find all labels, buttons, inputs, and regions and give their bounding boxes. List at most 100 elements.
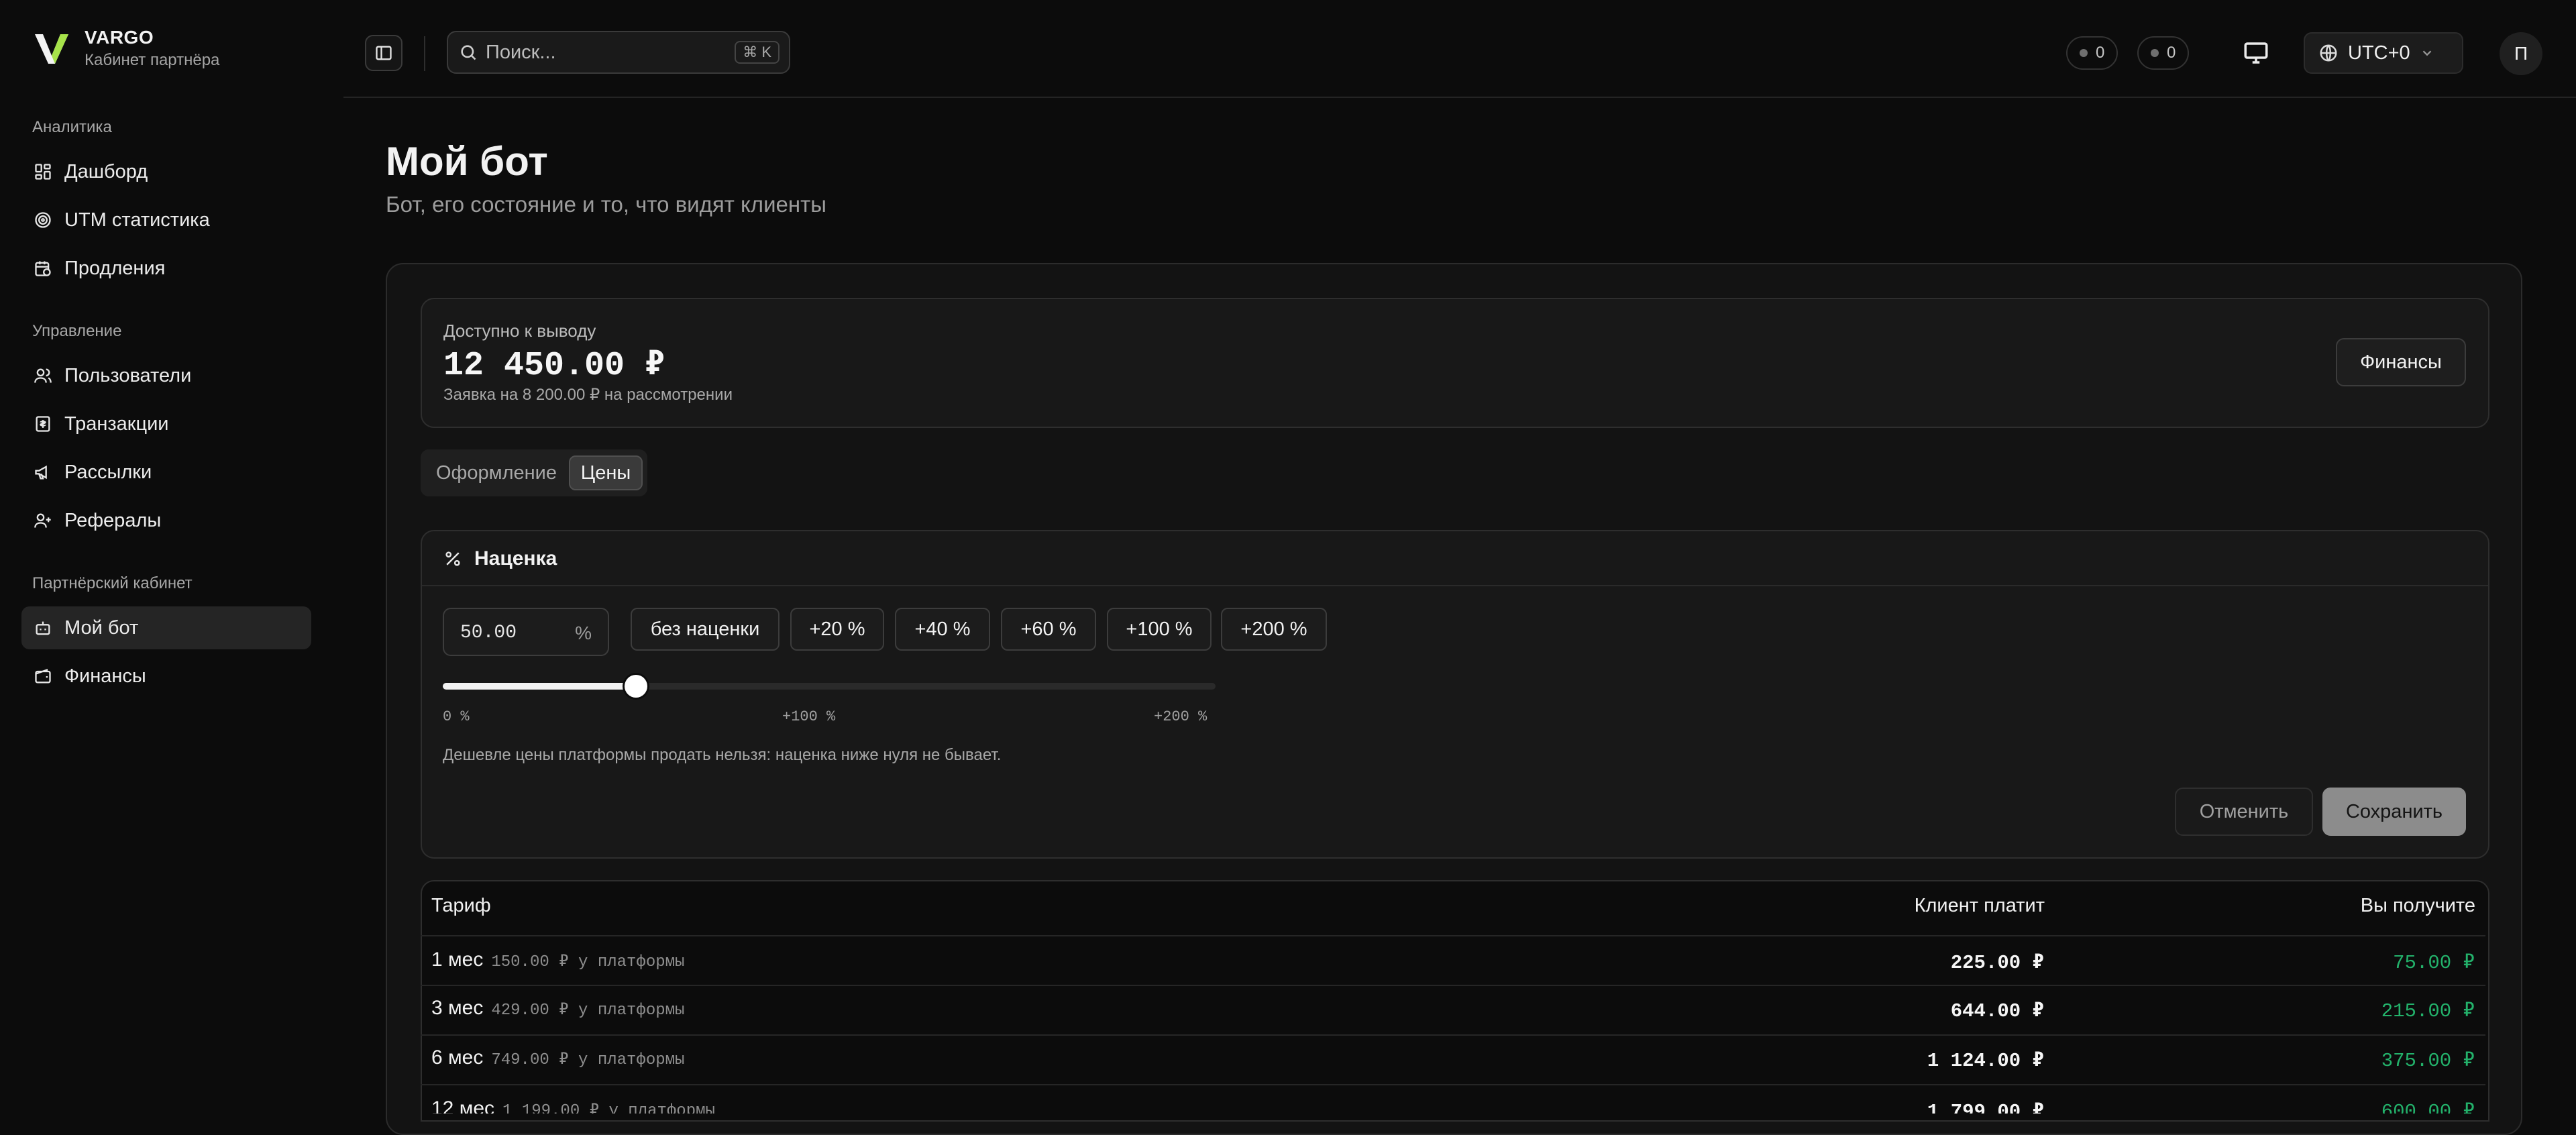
calendar-refresh-icon — [35, 261, 51, 276]
monitor-icon — [2244, 42, 2268, 64]
sidebar-item-mailings[interactable]: Рассылки — [21, 451, 311, 494]
sidebar-item-label: Финансы — [64, 665, 146, 687]
counter-value: 0 — [2167, 44, 2176, 62]
platform-price: 1 199.00 ₽ у платформы — [502, 1102, 715, 1114]
you-get-cell: 215.00 ₽ — [2381, 1000, 2475, 1022]
sidebar-item-label: Транзакции — [64, 413, 169, 435]
brand-subtitle: Кабинет партнёра — [85, 51, 220, 69]
you-get-cell: 375.00 ₽ — [2381, 1050, 2475, 1072]
table-row: 3 мес 429.00 ₽ у платформы 644.00 ₽ 215.0… — [421, 985, 2485, 1034]
tariff-name: 12 мес — [431, 1097, 495, 1114]
avatar[interactable]: П — [2500, 32, 2542, 75]
markup-value: 50.00 — [460, 623, 517, 643]
toggle-sidebar-button[interactable] — [365, 35, 402, 71]
preset-20-button[interactable]: +20 % — [790, 608, 884, 651]
sidebar-item-my-bot[interactable]: Мой бот — [21, 606, 311, 649]
tab-design[interactable]: Оформление — [429, 457, 564, 488]
sidebar-item-referrals[interactable]: Рефералы — [21, 499, 311, 542]
tariff-name: 6 мес — [431, 1046, 484, 1069]
search-shortcut: ⌘ K — [735, 41, 780, 64]
tariff-cell: 12 мес 1 199.00 ₽ у платформы — [431, 1097, 715, 1114]
you-get-cell: 600.00 ₽ — [2381, 1101, 2475, 1114]
client-pays-cell: 1 799.00 ₽ — [1927, 1101, 2044, 1114]
markup-slider[interactable] — [443, 675, 1216, 698]
tariff-name: 3 мес — [431, 997, 484, 1019]
slider-fill — [443, 683, 636, 690]
tariff-cell: 6 мес 749.00 ₽ у платформы — [431, 1046, 684, 1069]
sidebar-item-label: Пользователи — [64, 364, 192, 386]
sidebar-item-label: UTM статистика — [64, 209, 210, 231]
sidebar-item-renewals[interactable]: Продления — [21, 247, 311, 290]
globe-icon — [2320, 44, 2337, 62]
preset-none-button[interactable]: без наценки — [631, 608, 780, 651]
page-subtitle: Бот, его состояние и то, что видят клиен… — [386, 192, 826, 217]
sidebar-item-finance[interactable]: Финансы — [21, 655, 311, 698]
search-input[interactable]: Поиск... ⌘ K — [447, 31, 790, 74]
bot-icon — [36, 621, 50, 635]
sidebar-item-utm[interactable]: UTM статистика — [21, 199, 311, 241]
tariff-cell: 3 мес 429.00 ₽ у платформы — [431, 997, 684, 1020]
table-row: 12 мес 1 199.00 ₽ у платформы 1 799.00 ₽ … — [421, 1084, 2485, 1114]
sidebar-item-users[interactable]: Пользователи — [21, 354, 311, 397]
brand-name: VARGO — [85, 27, 154, 48]
sidebar-item-label: Рефералы — [64, 509, 162, 531]
column-header-tariff: Тариф — [431, 895, 491, 916]
status-dot — [2151, 49, 2159, 57]
nav-section-management: Управление — [32, 322, 122, 340]
slider-min-label: 0 % — [443, 708, 470, 725]
column-header-you-get: Вы получите — [2360, 895, 2475, 916]
target-icon — [35, 212, 51, 228]
counter-pill-1[interactable]: 0 — [2066, 36, 2118, 70]
cancel-button[interactable]: Отменить — [2175, 788, 2313, 836]
balance-label: Доступно к выводу — [443, 321, 596, 341]
vargo-logo-icon — [35, 34, 68, 64]
markup-input[interactable]: 50.00 % — [443, 608, 609, 656]
markup-card-divider — [422, 585, 2488, 586]
platform-price: 429.00 ₽ у платформы — [491, 1002, 685, 1020]
sidebar-item-label: Дашборд — [64, 160, 148, 182]
counter-pill-2[interactable]: 0 — [2137, 36, 2190, 70]
brand[interactable]: VARGO Кабинет партнёра — [32, 27, 219, 70]
tab-prices[interactable]: Цены — [569, 455, 643, 490]
users-icon — [34, 368, 52, 383]
slider-thumb[interactable] — [625, 675, 647, 698]
sidebar-toggle-icon — [376, 46, 392, 60]
topbar-divider — [424, 36, 425, 71]
platform-price: 150.00 ₽ у платформы — [491, 953, 685, 971]
platform-price: 749.00 ₽ у платформы — [491, 1051, 685, 1069]
pending-note: Заявка на 8 200.00 ₽ на рассмотрении — [443, 386, 733, 404]
timezone-select[interactable]: UTC+0 — [2304, 32, 2463, 74]
megaphone-icon — [35, 465, 47, 480]
finance-button[interactable]: Финансы — [2336, 338, 2466, 386]
nav-section-partner: Партнёрский кабинет — [32, 574, 193, 592]
preset-60-button[interactable]: +60 % — [1001, 608, 1096, 651]
client-pays-cell: 644.00 ₽ — [1950, 1000, 2044, 1022]
sidebar-item-label: Рассылки — [64, 461, 152, 483]
nav-section-analytics: Аналитика — [32, 118, 112, 136]
preset-40-button[interactable]: +40 % — [895, 608, 990, 651]
save-button[interactable]: Сохранить — [2322, 788, 2466, 836]
sidebar-item-label: Продления — [64, 257, 166, 279]
status-dot — [2080, 49, 2088, 57]
preset-100-button[interactable]: +100 % — [1107, 608, 1212, 651]
table-row: 1 мес 150.00 ₽ у платформы 225.00 ₽ 75.00… — [421, 935, 2485, 985]
sidebar-item-dashboard[interactable]: Дашборд — [21, 150, 311, 193]
chevron-down-icon — [2422, 50, 2431, 56]
display-button[interactable] — [2242, 39, 2270, 67]
column-header-client-pays: Клиент платит — [1914, 895, 2045, 916]
balance-amount: 12 450.00 ₽ — [443, 347, 665, 385]
search-icon — [461, 45, 476, 60]
markup-unit: % — [575, 623, 592, 643]
preset-200-button[interactable]: +200 % — [1221, 608, 1327, 651]
receipt-icon — [36, 416, 50, 432]
wallet-icon — [35, 669, 51, 684]
client-pays-cell: 225.00 ₽ — [1950, 952, 2044, 974]
tariff-cell: 1 мес 150.00 ₽ у платформы — [431, 949, 684, 971]
markup-hint: Дешевле цены платформы продать нельзя: н… — [443, 746, 1002, 764]
sidebar-item-label: Мой бот — [64, 616, 139, 639]
sidebar-item-transactions[interactable]: Транзакции — [21, 402, 311, 445]
balance-card: Доступно к выводу 12 450.00 ₽ Заявка на … — [421, 298, 2489, 428]
user-plus-icon — [34, 513, 51, 528]
slider-mid-label: +100 % — [782, 708, 836, 725]
dashboard-icon — [35, 164, 51, 180]
